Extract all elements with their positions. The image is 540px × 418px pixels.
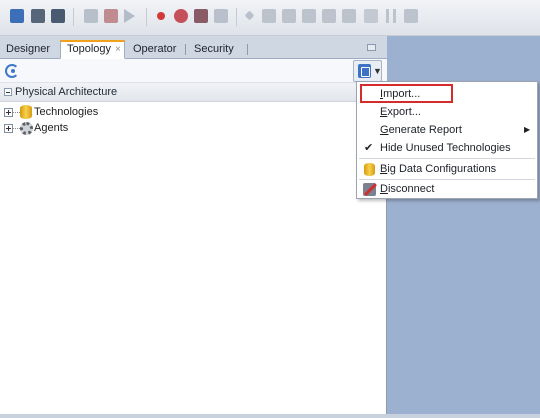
save-all-icon[interactable] xyxy=(51,9,65,23)
record-icon[interactable] xyxy=(157,12,165,20)
navigator-tabs: Designer Topology × Operator Security xyxy=(0,36,387,59)
debug-icon[interactable] xyxy=(104,9,118,23)
pause-icon[interactable] xyxy=(386,9,396,23)
tab-label: Topology xyxy=(67,43,112,55)
menu-item-generate-report[interactable]: Generate Report ▶ xyxy=(358,121,536,139)
tree-connector xyxy=(13,112,20,113)
step-out-icon[interactable] xyxy=(302,9,316,23)
grid-icon[interactable] xyxy=(342,9,356,23)
menu-item-label: ig Data Configurations xyxy=(387,163,497,175)
toolbar-separator xyxy=(73,8,74,26)
tab-designer[interactable]: Designer xyxy=(0,40,56,59)
checkmark-icon: ✔ xyxy=(364,142,374,154)
tab-operator[interactable]: Operator xyxy=(127,40,182,59)
chevron-down-icon: ▼ xyxy=(373,66,382,76)
step-into-icon[interactable] xyxy=(282,9,296,23)
resume-icon[interactable] xyxy=(364,9,378,23)
disconnect-icon xyxy=(363,183,376,196)
bug-icon[interactable] xyxy=(194,9,208,23)
step-over-icon[interactable] xyxy=(262,9,276,23)
tab-divider xyxy=(247,44,248,55)
tools-icon[interactable] xyxy=(214,9,228,23)
section-title: Physical Architecture xyxy=(15,86,118,98)
tab-divider xyxy=(185,44,186,55)
status-edge xyxy=(0,414,540,418)
database-icon xyxy=(364,163,375,176)
main-toolbar xyxy=(0,0,540,36)
tab-security[interactable]: Security xyxy=(188,40,240,59)
menu-item-hide-unused-technologies[interactable]: ✔ Hide Unused Technologies xyxy=(358,139,536,157)
minimize-panel-icon[interactable] xyxy=(367,44,376,51)
expand-icon[interactable] xyxy=(4,124,13,133)
topology-toolbar: ▼ xyxy=(0,59,387,83)
highlight-box xyxy=(360,84,453,103)
submenu-arrow-icon: ▶ xyxy=(524,125,531,134)
tab-label: Designer xyxy=(6,43,51,55)
cut-icon[interactable] xyxy=(84,9,98,23)
navigator-panel: Designer Topology × Operator Security ▼ P… xyxy=(0,36,387,418)
database-icon xyxy=(20,105,32,119)
grid-icon[interactable] xyxy=(322,9,336,23)
tab-label: Security xyxy=(194,43,234,55)
menu-mnemonic: G xyxy=(380,124,389,136)
step-icon[interactable] xyxy=(244,10,255,21)
menu-item-export[interactable]: Export... xyxy=(358,103,536,121)
forward-icon[interactable] xyxy=(404,9,418,23)
new-icon[interactable] xyxy=(10,9,24,23)
menu-item-label: isconnect xyxy=(387,183,435,195)
menu-separator xyxy=(359,158,535,159)
run-icon[interactable] xyxy=(124,9,135,23)
topology-menu-icon xyxy=(358,64,371,78)
gear-icon[interactable] xyxy=(174,9,188,23)
tab-topology[interactable]: Topology × xyxy=(60,40,125,59)
save-icon[interactable] xyxy=(31,9,45,23)
connect-menu-button[interactable]: ▼ xyxy=(353,60,382,82)
menu-item-label: enerate Report xyxy=(388,124,462,136)
tab-label: Operator xyxy=(133,43,177,55)
toolbar-separator xyxy=(146,8,147,26)
menu-item-label: Hide Unused Technologies xyxy=(380,142,511,154)
tree-item-label: Agents xyxy=(34,122,69,134)
gear-icon xyxy=(20,122,33,135)
tree-connector xyxy=(13,128,20,129)
collapse-icon[interactable] xyxy=(4,88,12,96)
menu-item-label: xport... xyxy=(387,106,421,118)
menu-mnemonic: D xyxy=(380,183,388,195)
menu-item-big-data-configurations[interactable]: Big Data Configurations xyxy=(358,160,536,178)
toolbar-separator xyxy=(236,8,237,26)
menu-item-disconnect[interactable]: Disconnect xyxy=(358,180,536,198)
tree-item-label: Technologies xyxy=(34,106,99,118)
refresh-icon[interactable] xyxy=(5,64,19,78)
expand-icon[interactable] xyxy=(4,108,13,117)
physical-architecture-header[interactable]: Physical Architecture xyxy=(0,83,387,102)
topology-popup-menu: Import... Export... Generate Report ▶ ✔ … xyxy=(356,81,538,199)
close-icon[interactable]: × xyxy=(115,44,121,55)
